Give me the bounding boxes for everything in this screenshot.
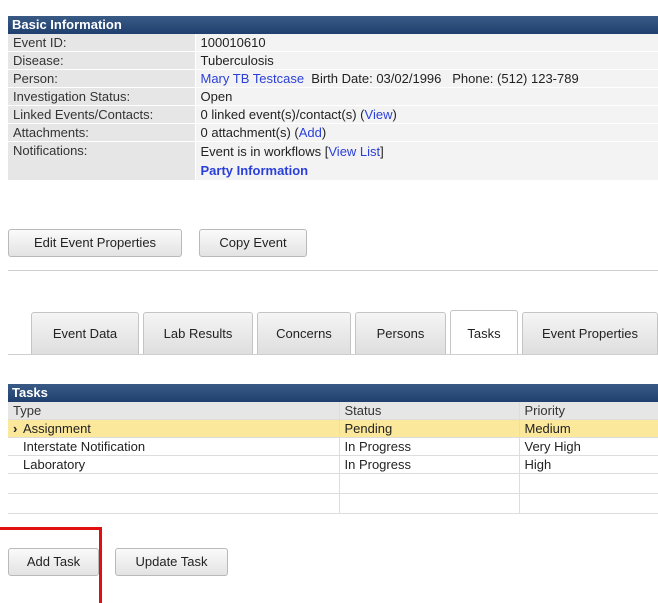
tasks-header-row: Type Status Priority	[8, 402, 658, 420]
linked-events-label: Linked Events/Contacts:	[8, 105, 196, 124]
attachments-label: Attachments:	[8, 123, 196, 142]
tab-event-properties[interactable]: Event Properties	[522, 312, 658, 354]
linked-events-row: Linked Events/Contacts: 0 linked event(s…	[8, 105, 658, 124]
tasks-header: Tasks	[8, 384, 658, 402]
task-type: Assignment	[23, 421, 91, 436]
task-status: In Progress	[339, 437, 520, 456]
notifications-row: Notifications: Event is in workflows [Vi…	[8, 141, 658, 181]
basic-information-table: Event ID: 100010610 Disease: Tuberculosi…	[8, 34, 658, 181]
tab-persons[interactable]: Persons	[355, 312, 446, 354]
column-status[interactable]: Status	[339, 402, 520, 420]
view-list-link[interactable]: View List	[328, 144, 380, 159]
empty-row	[8, 473, 658, 494]
tab-concerns[interactable]: Concerns	[257, 312, 351, 354]
table-row[interactable]: Laboratory In Progress High	[8, 455, 658, 474]
view-linked-events-link[interactable]: View	[365, 107, 393, 122]
investigation-status-row: Investigation Status: Open	[8, 87, 658, 106]
notifications-suffix: ]	[380, 144, 384, 159]
task-priority: Very High	[519, 437, 658, 456]
task-priority: High	[519, 455, 658, 474]
linked-events-value: 0 linked event(s)/contact(s) (	[200, 107, 365, 122]
event-id-value: 100010610	[195, 34, 658, 52]
tasks-table: Type Status Priority › Assignment Pending…	[8, 402, 658, 514]
task-priority: Medium	[519, 419, 658, 438]
tabs-baseline	[8, 354, 658, 355]
disease-value: Tuberculosis	[195, 51, 658, 70]
person-link[interactable]: Mary TB Testcase	[201, 71, 305, 86]
update-task-button[interactable]: Update Task	[115, 548, 228, 576]
edit-event-properties-button[interactable]: Edit Event Properties	[8, 229, 182, 257]
linked-events-suffix: )	[392, 107, 397, 122]
section-divider	[8, 270, 658, 271]
empty-row	[8, 493, 658, 514]
event-id-row: Event ID: 100010610	[8, 34, 658, 52]
task-type: Interstate Notification	[23, 439, 146, 454]
add-task-button[interactable]: Add Task	[8, 548, 99, 576]
column-priority[interactable]: Priority	[519, 402, 658, 420]
tab-event-data[interactable]: Event Data	[31, 312, 139, 354]
basic-information-header: Basic Information	[8, 16, 658, 34]
person-row: Person: Mary TB Testcase Birth Date: 03/…	[8, 69, 658, 88]
task-status: Pending	[339, 419, 520, 438]
task-status: In Progress	[339, 455, 520, 474]
disease-row: Disease: Tuberculosis	[8, 51, 658, 70]
tab-tasks[interactable]: Tasks	[450, 310, 518, 355]
copy-event-button[interactable]: Copy Event	[199, 229, 307, 257]
tab-lab-results[interactable]: Lab Results	[143, 312, 253, 354]
attachments-suffix: )	[321, 125, 327, 140]
add-attachment-link[interactable]: Add	[299, 125, 322, 140]
notifications-value: Event is in workflows [	[200, 144, 329, 159]
investigation-status-label: Investigation Status:	[8, 87, 196, 106]
party-information-link[interactable]: Party Information	[201, 163, 309, 178]
notifications-label: Notifications:	[8, 141, 196, 181]
highlight-annotation-right	[99, 527, 102, 603]
person-label: Person:	[8, 69, 196, 88]
column-type[interactable]: Type	[8, 402, 340, 420]
event-id-label: Event ID:	[8, 34, 196, 52]
investigation-status-value: Open	[195, 87, 658, 106]
task-type: Laboratory	[23, 457, 86, 472]
disease-label: Disease:	[8, 51, 196, 70]
table-row[interactable]: Interstate Notification In Progress Very…	[8, 437, 658, 456]
table-row[interactable]: › Assignment Pending Medium	[8, 419, 658, 438]
person-details: Birth Date: 03/02/1996 Phone: (512) 123-…	[311, 71, 579, 86]
highlight-annotation-top	[0, 527, 102, 530]
attachments-value: 0 attachment(s) (	[200, 125, 299, 140]
chevron-right-icon: ›	[13, 421, 18, 436]
attachments-row: Attachments: 0 attachment(s) (Add)	[8, 123, 658, 142]
